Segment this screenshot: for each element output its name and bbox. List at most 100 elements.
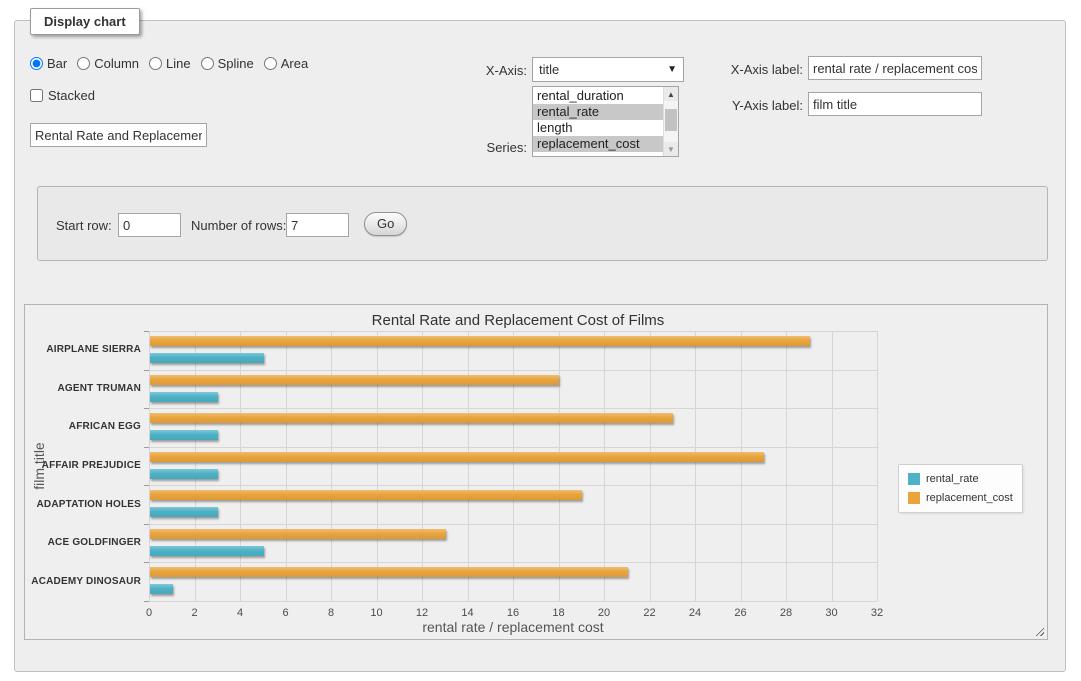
series-option-length[interactable]: length — [533, 120, 663, 136]
chart-type-option-line[interactable]: Line — [149, 56, 191, 71]
bar-rental_rate[interactable] — [150, 584, 173, 594]
y-axis-tick — [144, 331, 149, 332]
scroll-down-icon[interactable]: ▼ — [664, 142, 678, 156]
page: Display chart BarColumnLineSplineArea St… — [0, 0, 1081, 681]
bar-replacement_cost[interactable] — [150, 529, 446, 539]
bar-rental_rate[interactable] — [150, 546, 264, 556]
stacked-checkbox-row[interactable]: Stacked — [30, 88, 95, 103]
chart-type-radio-line[interactable] — [149, 57, 162, 70]
gridline — [468, 331, 469, 601]
x-tick-label: 12 — [416, 607, 428, 619]
resize-grip-icon[interactable] — [1033, 625, 1044, 636]
bar-rental_rate[interactable] — [150, 392, 218, 402]
x-tick-label: 20 — [598, 607, 610, 619]
chart-type-radio-bar[interactable] — [30, 57, 43, 70]
bar-replacement_cost[interactable] — [150, 375, 559, 385]
gridline — [149, 331, 150, 601]
bar-sheen — [150, 529, 446, 539]
y-axis-label-field-label: Y-Axis label: — [700, 98, 803, 113]
legend-label: replacement_cost — [926, 492, 1013, 504]
x-tick-label: 8 — [328, 607, 334, 619]
gridline — [149, 562, 877, 563]
chart-type-option-column[interactable]: Column — [77, 56, 139, 71]
series-option-rental_rate[interactable]: rental_rate — [533, 104, 663, 120]
chart-type-option-area[interactable]: Area — [264, 56, 308, 71]
gridline — [149, 370, 877, 371]
chart-type-label-area: Area — [281, 56, 308, 71]
bar-rental_rate[interactable] — [150, 430, 218, 440]
gridline — [650, 331, 651, 601]
num-rows-label: Number of rows: — [191, 218, 286, 233]
gridline — [240, 331, 241, 601]
x-tick-label: 16 — [507, 607, 519, 619]
x-axis-label-input[interactable] — [808, 56, 982, 80]
gridline — [149, 447, 877, 448]
gridline — [786, 331, 787, 601]
bar-replacement_cost[interactable] — [150, 336, 810, 346]
legend-item-rental_rate[interactable]: rental_rate — [908, 471, 1013, 487]
x-axis-selected-value: title — [539, 62, 667, 77]
chart-type-radio-column[interactable] — [77, 57, 90, 70]
series-listbox-scrollbar[interactable]: ▲ ▼ — [663, 87, 678, 156]
scrollbar-thumb[interactable] — [665, 109, 677, 131]
category-label: ACE GOLDFINGER — [25, 537, 141, 548]
gridline — [149, 485, 877, 486]
chart-type-option-bar[interactable]: Bar — [30, 56, 67, 71]
gridline — [422, 331, 423, 601]
x-axis-select[interactable]: title ▼ — [532, 57, 684, 82]
gridline — [331, 331, 332, 601]
y-axis-tick — [144, 370, 149, 371]
y-axis-label-input[interactable] — [808, 92, 982, 116]
series-option-rental_duration[interactable]: rental_duration — [533, 88, 663, 104]
scroll-up-icon[interactable]: ▲ — [664, 87, 678, 101]
chart-title-input[interactable] — [30, 123, 207, 147]
series-option-replacement_cost[interactable]: replacement_cost — [533, 136, 663, 152]
bar-replacement_cost[interactable] — [150, 490, 582, 500]
chart-type-label-spline: Spline — [218, 56, 254, 71]
category-label: ADAPTATION HOLES — [25, 499, 141, 510]
y-axis-tick — [144, 447, 149, 448]
num-rows-input[interactable] — [286, 213, 349, 237]
gridline — [513, 331, 514, 601]
category-label: ACADEMY DINOSAUR — [25, 576, 141, 587]
x-tick-label: 18 — [552, 607, 564, 619]
category-label: AGENT TRUMAN — [25, 383, 141, 394]
gridline — [741, 331, 742, 601]
bar-rental_rate[interactable] — [150, 353, 264, 363]
chart-type-radio-spline[interactable] — [201, 57, 214, 70]
y-axis-title: film title — [31, 442, 47, 489]
stacked-checkbox[interactable] — [30, 89, 43, 102]
chart-type-option-spline[interactable]: Spline — [201, 56, 254, 71]
category-label: AFRICAN EGG — [25, 421, 141, 432]
bar-rental_rate[interactable] — [150, 507, 218, 517]
legend-swatch-icon — [908, 492, 920, 504]
x-tick-label: 2 — [191, 607, 197, 619]
bar-sheen — [150, 452, 764, 462]
legend-item-replacement_cost[interactable]: replacement_cost — [908, 490, 1013, 506]
bar-replacement_cost[interactable] — [150, 567, 628, 577]
y-axis-tick — [144, 524, 149, 525]
gridline — [695, 331, 696, 601]
bar-replacement_cost[interactable] — [150, 413, 673, 423]
start-row-label: Start row: — [56, 218, 112, 233]
bar-rental_rate[interactable] — [150, 469, 218, 479]
chart-type-radio-area[interactable] — [264, 57, 277, 70]
x-axis-label-field-label: X-Axis label: — [700, 62, 803, 77]
bar-sheen — [150, 490, 582, 500]
bar-sheen — [150, 584, 173, 594]
chart-type-radio-group: Bar Column Line Spline Area — [30, 56, 308, 71]
series-listbox[interactable]: rental_durationrental_ratelengthreplacem… — [532, 86, 679, 157]
gridline — [832, 331, 833, 601]
chevron-down-icon: ▼ — [667, 64, 677, 75]
y-axis-tick — [144, 485, 149, 486]
series-listbox-options: rental_durationrental_ratelengthreplacem… — [533, 87, 663, 156]
x-tick-label: 0 — [146, 607, 152, 619]
go-button[interactable]: Go — [364, 212, 407, 236]
bar-replacement_cost[interactable] — [150, 452, 764, 462]
gridline — [149, 524, 877, 525]
gridline — [377, 331, 378, 601]
chart-plot-area: 02468101214161820222426283032AIRPLANE SI… — [149, 331, 877, 601]
legend-label: rental_rate — [926, 473, 979, 485]
x-tick-label: 26 — [734, 607, 746, 619]
start-row-input[interactable] — [118, 213, 181, 237]
